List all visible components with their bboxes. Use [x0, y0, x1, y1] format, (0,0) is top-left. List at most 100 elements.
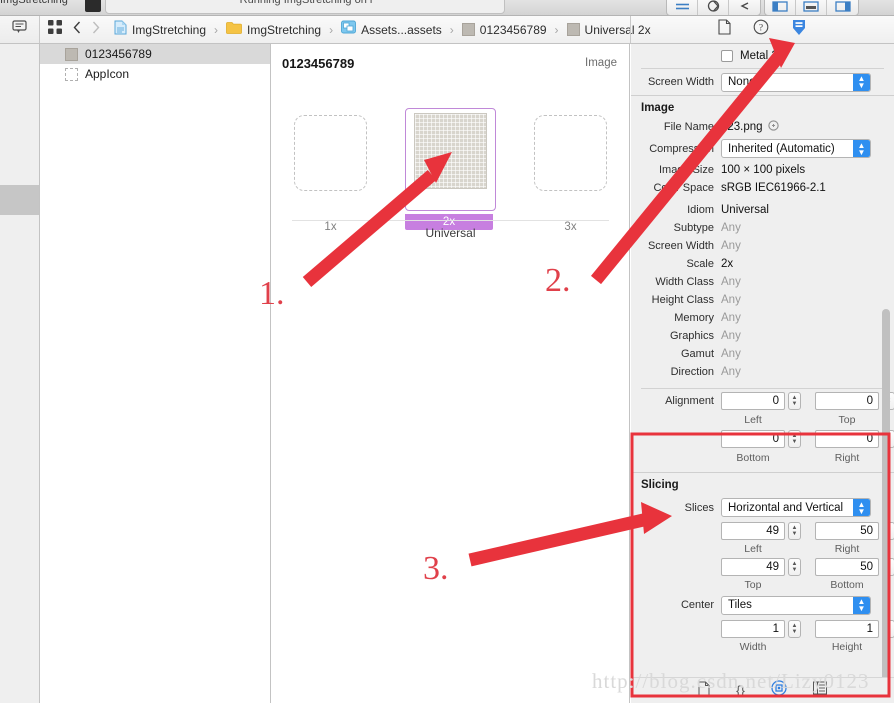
screen-width-select[interactable]: None ▲ ▼: [721, 72, 871, 92]
center-size-sublabels: Width Height: [631, 640, 894, 654]
question-mark-circle-icon[interactable]: ?: [753, 19, 769, 40]
grid-view-icon[interactable]: [48, 20, 62, 39]
version-editor-button[interactable]: [729, 0, 760, 15]
breadcrumb-separator: ›: [449, 22, 454, 37]
xcode-window: ImgStretching Running ImgStretching on i: [0, 0, 894, 703]
alignment-left-group: 0 ▲ ▼: [721, 392, 801, 410]
center-width-stepper[interactable]: ▲ ▼: [788, 620, 801, 638]
breadcrumb-item-variant[interactable]: Universal 2x: [565, 23, 653, 37]
divider: [292, 220, 609, 221]
activity-status-bar: Running ImgStretching on i: [105, 0, 505, 14]
center-select[interactable]: Tiles ▲ ▼: [721, 595, 871, 615]
slice-top-input[interactable]: 49: [721, 558, 785, 576]
attributes-inspector: Metal 2 Screen Width None ▲ ▼ Image File …: [631, 44, 894, 703]
document-icon[interactable]: [718, 19, 731, 40]
height-class-value: Any: [721, 294, 741, 306]
breadcrumb: ImgStretching › ImgStretching › Assets..…: [112, 16, 653, 43]
graphics-value: Any: [721, 330, 741, 342]
empty-slot-placeholder[interactable]: [534, 115, 607, 191]
asset-editor-canvas: 0123456789 Image 1x 2x 3x Universal: [271, 44, 630, 703]
chevron-left-icon[interactable]: [73, 21, 81, 39]
alignment-left-stepper[interactable]: ▲ ▼: [788, 392, 801, 410]
slice-left-stepper[interactable]: ▲ ▼: [788, 522, 801, 540]
breadcrumb-label: ImgStretching: [132, 22, 207, 37]
watermark: http://blog.csdn.net/Lizy0123: [592, 669, 870, 693]
debug-area-toggle-button[interactable]: [796, 0, 827, 15]
image-thumbnail[interactable]: [414, 113, 487, 189]
related-files-button[interactable]: [0, 16, 40, 43]
image-slot-3x[interactable]: 3x: [525, 108, 616, 233]
alignment-bottom-stepper[interactable]: ▲ ▼: [788, 430, 801, 448]
list-item-label: AppIcon: [85, 67, 130, 81]
compression-select[interactable]: Inherited (Automatic) ▲ ▼: [721, 139, 871, 158]
center-width-input[interactable]: 1: [721, 620, 785, 638]
destination-device-icon[interactable]: [85, 0, 101, 12]
slice-right-input[interactable]: 50: [815, 522, 879, 540]
breadcrumb-item-project[interactable]: ImgStretching: [112, 20, 208, 40]
screen-width-attr-label: Screen Width: [647, 240, 714, 252]
navigator-toggle-button[interactable]: [765, 0, 796, 15]
memory-row: Memory Any: [631, 309, 894, 327]
alignment-sublabels-2: Bottom Right: [631, 451, 894, 465]
slices-label: Slices: [684, 501, 714, 514]
reveal-in-finder-icon[interactable]: [767, 118, 779, 136]
standard-editor-button[interactable]: [667, 0, 698, 15]
slice-left-input[interactable]: 49: [721, 522, 785, 540]
scale-label: Scale: [686, 258, 714, 270]
breadcrumb-label: Universal 2x: [584, 22, 651, 37]
inspector-scrollbar-thumb[interactable]: [882, 309, 890, 703]
alignment-bottom-input[interactable]: 0: [721, 430, 785, 448]
alignment-left-input[interactable]: 0: [721, 392, 785, 410]
asset-kind-label: Image: [585, 57, 617, 69]
alignment-right-sublabel: Right: [834, 452, 860, 464]
page-title: 0123456789: [282, 56, 355, 71]
alignment-top-input[interactable]: 0: [815, 392, 879, 410]
image-slot-2x[interactable]: 2x: [405, 108, 496, 233]
center-height-input[interactable]: 1: [815, 620, 879, 638]
list-item[interactable]: AppIcon: [40, 64, 270, 84]
alignment-right-input[interactable]: 0: [815, 430, 879, 448]
metal-checkbox[interactable]: [721, 50, 733, 62]
inspector-toggle-button[interactable]: [827, 0, 858, 15]
image-slot-1x[interactable]: 1x: [285, 108, 376, 233]
slice-top-stepper[interactable]: ▲ ▼: [788, 558, 801, 576]
attributes-slider-icon[interactable]: [791, 19, 807, 41]
height-class-label: Height Class: [651, 294, 714, 306]
graphics-label: Graphics: [669, 330, 714, 342]
image-size-label: Image Size: [658, 164, 714, 176]
list-item[interactable]: 0123456789: [40, 44, 270, 64]
breadcrumb-item-group[interactable]: ImgStretching: [224, 21, 323, 39]
screen-width-attr-value: Any: [721, 240, 741, 252]
image-slot-frame-selected: [405, 108, 496, 211]
activity-status-text: Running ImgStretching on i: [239, 0, 373, 6]
slice-bottom-input[interactable]: 50: [815, 558, 879, 576]
center-label: Center: [680, 599, 714, 611]
left-gutter: [0, 44, 40, 703]
chevron-right-icon[interactable]: [92, 21, 100, 39]
memory-label: Memory: [674, 312, 714, 324]
inspector-scroll-area: Metal 2 Screen Width None ▲ ▼ Image File …: [631, 44, 894, 676]
slice-bottom-sublabel: Bottom: [830, 579, 864, 591]
screen-width-value: None: [728, 76, 756, 88]
image-section-header: Image: [641, 102, 675, 114]
direction-label: Direction: [670, 366, 714, 378]
jump-bar: ImgStretching › ImgStretching › Assets..…: [0, 16, 894, 44]
center-width-sublabel: Width: [739, 641, 767, 653]
breadcrumb-item-imageset[interactable]: 0123456789: [460, 23, 549, 37]
assistant-editor-button[interactable]: [698, 0, 729, 15]
scale-value: 2x: [721, 258, 734, 270]
slices-select[interactable]: Horizontal and Vertical ▲ ▼: [721, 498, 871, 517]
breadcrumb-separator: ›: [214, 22, 219, 37]
gamut-row: Gamut Any: [631, 345, 894, 363]
image-size-value: 100 × 100 pixels: [721, 164, 806, 176]
breadcrumb-item-assets[interactable]: Assets...assets: [339, 20, 444, 39]
gutter-scroll-thumb[interactable]: [0, 185, 39, 215]
graphics-row: Graphics Any: [631, 327, 894, 345]
editor-mode-group: [666, 0, 761, 15]
scheme-breadcrumb[interactable]: ImgStretching: [0, 0, 68, 6]
empty-slot-placeholder[interactable]: [294, 115, 367, 191]
svg-text:?: ?: [759, 24, 763, 34]
inset-row-2: 49 ▲▼ 50 ▲▼: [631, 556, 894, 578]
folder-icon: [226, 21, 242, 39]
jump-bar-divider: [630, 16, 631, 43]
